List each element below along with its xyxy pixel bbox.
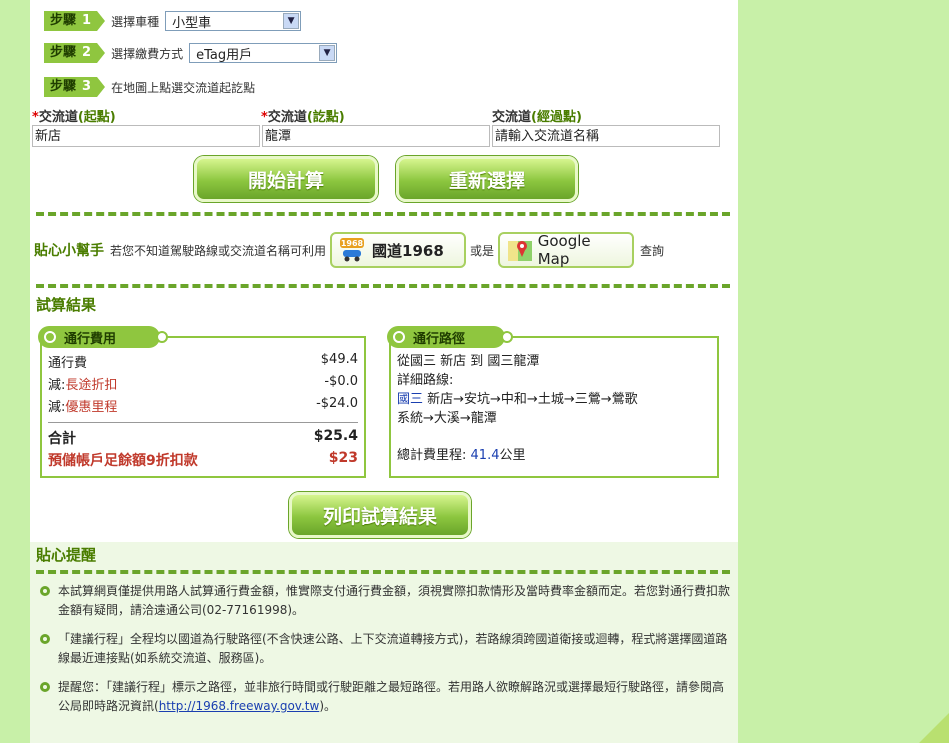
tip-item-2: 「建議行程」全程均以國道為行駛路徑(不含快速公路、上下交流道轉接方式)，若路線須…	[40, 630, 730, 668]
payment-method-value: eTag用戶	[196, 47, 253, 63]
route-total: 總計費里程: 41.4公里	[397, 448, 526, 463]
start-label: *交流道(起點)	[32, 110, 116, 125]
dashed-divider	[36, 570, 730, 574]
helper-row: 貼心小幫手 若您不知道駕駛路線或交流道名稱可利用 1968 國道1968 或是 …	[34, 232, 664, 268]
step-1: 步驟 1 選擇車種 小型車 ▼	[44, 10, 302, 32]
toll-calculator-panel: 步驟 1 選擇車種 小型車 ▼ 步驟 2 選擇繳費方式 eTag用戶 ▼ 步驟 3 在…	[30, 0, 738, 743]
tips-title: 貼心提醒	[36, 546, 97, 564]
google-map-label: Google Map	[537, 232, 591, 268]
tip-text: 提醒您：「建議行程」標示之路徑，並非旅行時間或行駛距離之最短路徑。若用路人欲瞭解…	[58, 680, 725, 713]
route-detail-label: 詳細路線:	[397, 373, 454, 388]
tip-text: 「建議行程」全程均以國道為行駛路徑(不含快速公路、上下交流道轉接方式)，若路線須…	[58, 632, 728, 665]
fee-total-row: 合計 $25.4	[48, 428, 358, 447]
step-number: 1	[82, 13, 92, 28]
step-1-text: 選擇車種	[111, 14, 160, 29]
step-badge-label: 步驟	[50, 13, 77, 28]
step-2: 步驟 2 選擇繳費方式 eTag用戶 ▼	[44, 42, 338, 64]
freeway-1968-label: 國道1968	[372, 241, 444, 260]
tip-item-3: 提醒您：「建議行程」標示之路徑，並非旅行時間或行駛距離之最短路徑。若用路人欲瞭解…	[40, 678, 730, 716]
step-2-text: 選擇繳費方式	[111, 46, 184, 61]
step-2-badge: 步驟 2	[44, 43, 106, 63]
fee-row-discount-mileage: 減:優惠里程 -$24.0	[48, 396, 358, 415]
step-number: 3	[82, 79, 92, 94]
fee-box: 通行費用 通行費 $49.4 減:長途折扣 -$0.0 減:優惠里程 -$24.…	[38, 326, 366, 478]
bullet-icon	[40, 682, 50, 692]
step-badge-label: 步驟	[50, 79, 77, 94]
bullet-icon	[40, 586, 50, 596]
freeway-1968-link[interactable]: 1968 國道1968	[330, 232, 467, 268]
end-interchange-input[interactable]: 龍潭	[262, 125, 490, 147]
car-icon: 1968	[338, 237, 366, 263]
fee-row-toll: 通行費 $49.4	[48, 352, 358, 371]
start-calculation-button[interactable]: 開始計算	[194, 156, 378, 202]
helper-text: 若您不知道駕駛路線或交流道名稱可利用	[110, 243, 327, 258]
fee-prepaid-row: 預儲帳戶足餘額9折扣款 $23	[48, 450, 358, 469]
route-path-line: 國三 新店→安坑→中和→土城→三鶯→鶯歌	[397, 390, 638, 409]
start-interchange-input[interactable]: 新店	[32, 125, 260, 147]
highway-name: 國三	[397, 392, 424, 407]
query-text: 查詢	[640, 243, 665, 258]
via-interchange-input[interactable]: 請輸入交流道名稱	[492, 125, 720, 147]
freeway-link[interactable]: http://1968.freeway.gov.tw	[159, 699, 320, 713]
tip-item-1: 本試算網頁僅提供用路人試算通行費金額，惟實際支付通行費金額，須視實際扣款情形及當…	[40, 582, 730, 620]
step-1-badge: 步驟 1	[44, 11, 106, 31]
via-label: 交流道(經過點)	[492, 110, 582, 125]
map-pin-icon	[506, 237, 534, 263]
results-title: 試算結果	[36, 296, 97, 314]
helper-title: 貼心小幫手	[34, 243, 104, 259]
bullet-icon	[40, 634, 50, 644]
tip-text: 本試算網頁僅提供用路人試算通行費金額，惟實際支付通行費金額，須視實際扣款情形及當…	[58, 584, 731, 617]
vehicle-type-select[interactable]: 小型車 ▼	[165, 11, 302, 31]
corner-decoration	[919, 713, 949, 743]
print-result-button[interactable]: 列印試算結果	[289, 492, 471, 538]
step-3-badge: 步驟 3	[44, 77, 106, 97]
step-badge-label: 步驟	[50, 45, 77, 60]
chip-1968-icon-text: 1968	[341, 239, 364, 248]
fee-row-long-discount: 減:長途折扣 -$0.0	[48, 374, 358, 393]
payment-method-select[interactable]: eTag用戶 ▼	[189, 43, 338, 63]
chevron-down-icon[interactable]: ▼	[319, 45, 336, 61]
or-text: 或是	[470, 243, 495, 258]
vehicle-type-value: 小型車	[172, 15, 212, 31]
reset-button[interactable]: 重新選擇	[396, 156, 578, 202]
dashed-divider	[36, 284, 730, 288]
fee-divider	[48, 422, 358, 423]
step-3: 步驟 3 在地圖上點選交流道起訖點	[44, 76, 255, 98]
route-path-1: 新店→安坑→中和→土城→三鶯→鶯歌	[423, 392, 638, 407]
left-background	[0, 0, 30, 743]
route-from-to: 從國三 新店 到 國三龍潭	[397, 354, 540, 369]
end-label: *交流道(訖點)	[261, 110, 345, 125]
dashed-divider	[36, 212, 730, 216]
route-box: 通行路徑 從國三 新店 到 國三龍潭 詳細路線: 國三 新店→安坑→中和→土城→…	[387, 326, 719, 478]
route-tab: 通行路徑	[387, 326, 513, 348]
step-3-text: 在地圖上點選交流道起訖點	[111, 80, 256, 95]
right-background	[738, 0, 949, 743]
route-path-2: 系統→大溪→龍潭	[397, 411, 497, 426]
route-details: 從國三 新店 到 國三龍潭 詳細路線: 國三 新店→安坑→中和→土城→三鶯→鶯歌…	[397, 352, 638, 465]
google-map-link[interactable]: Google Map	[498, 232, 635, 268]
step-number: 2	[82, 45, 92, 60]
chevron-down-icon[interactable]: ▼	[283, 13, 300, 29]
fee-tab: 通行費用	[38, 326, 168, 348]
